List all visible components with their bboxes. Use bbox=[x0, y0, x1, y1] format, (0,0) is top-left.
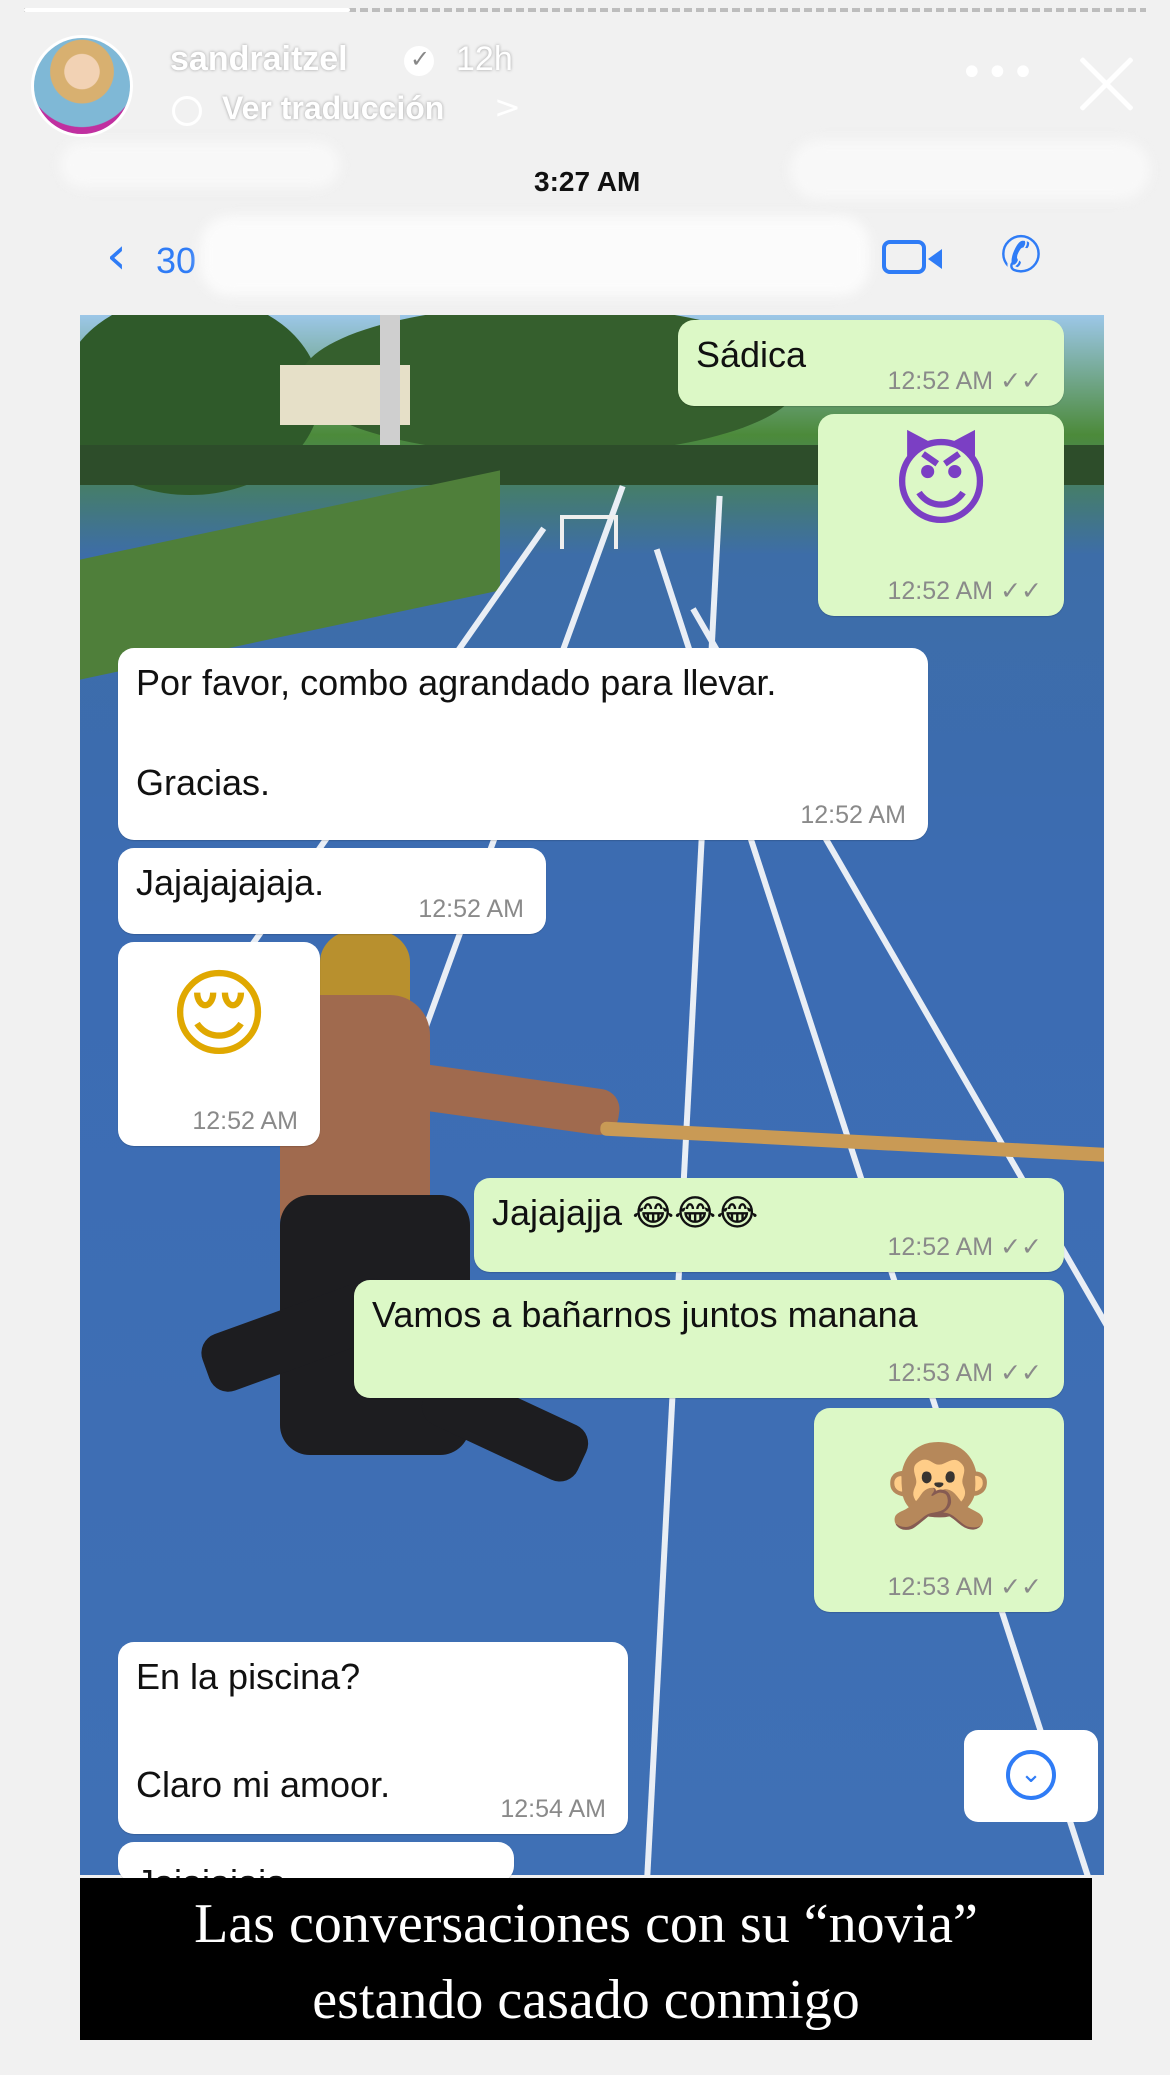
message-text: Gracias. bbox=[136, 762, 271, 803]
read-ticks-icon: ✓✓ bbox=[1000, 1573, 1042, 1601]
close-icon[interactable] bbox=[1076, 52, 1140, 116]
chat-message-out[interactable]: 😈 12:52 AM ✓✓ bbox=[818, 414, 1064, 616]
chat-message-out[interactable]: Sádica 12:52 AM ✓✓ bbox=[678, 320, 1064, 406]
read-ticks-icon: ✓✓ bbox=[1000, 1233, 1042, 1261]
scroll-to-bottom-button[interactable]: ⌄ bbox=[964, 1730, 1098, 1822]
redacted-area bbox=[790, 140, 1150, 200]
see-translation-link[interactable]: Ver traducción bbox=[222, 90, 444, 127]
chat-message-in[interactable]: Jajajajajaja. 12:52 AM bbox=[118, 848, 546, 934]
profile-avatar[interactable] bbox=[34, 38, 130, 134]
story-username[interactable]: sandraitzel bbox=[170, 40, 348, 79]
devil-emoji: 😈 bbox=[890, 427, 992, 539]
message-time: 12:52 AM ✓✓ bbox=[887, 1233, 1043, 1261]
chat-message-out[interactable]: 🙊 12:53 AM ✓✓ bbox=[814, 1408, 1064, 1612]
message-time: 12:52 AM ✓✓ bbox=[887, 577, 1043, 605]
chat-message-in[interactable]: Jajajajaja bbox=[118, 1842, 514, 1882]
redacted-area bbox=[60, 142, 340, 188]
message-time: 12:52 AM bbox=[800, 801, 906, 829]
caption-line: estando casado conmigo bbox=[312, 1969, 860, 2031]
message-text: Jajajajja 😂😂😂 bbox=[492, 1192, 759, 1233]
message-text: Vamos a bañarnos juntos manana bbox=[372, 1294, 918, 1335]
chat-message-in[interactable]: Por favor, combo agrandado para llevar. … bbox=[118, 648, 928, 840]
phone-icon[interactable]: ✆ bbox=[1000, 226, 1042, 284]
read-ticks-icon: ✓✓ bbox=[1000, 577, 1042, 605]
speak-no-evil-monkey-emoji: 🙊 bbox=[879, 1426, 999, 1538]
message-time: 12:53 AM ✓✓ bbox=[887, 1573, 1043, 1601]
verified-badge-icon bbox=[404, 45, 434, 76]
message-time: 12:52 AM bbox=[192, 1107, 298, 1135]
relieved-face-emoji: 😌 bbox=[168, 958, 270, 1070]
chevron-right-icon[interactable]: > bbox=[494, 88, 521, 126]
message-time: 12:52 AM ✓✓ bbox=[887, 367, 1043, 395]
caption-line: Las conversaciones con su “novia” bbox=[194, 1893, 978, 1955]
more-options-icon[interactable]: ••• bbox=[960, 50, 1037, 96]
chat-message-in[interactable]: 😌 12:52 AM bbox=[118, 942, 320, 1146]
chat-message-out[interactable]: Vamos a bañarnos juntos manana 12:53 AM … bbox=[354, 1280, 1064, 1398]
message-text: Sádica bbox=[696, 334, 807, 375]
message-text: Por favor, combo agrandado para llevar. bbox=[136, 662, 777, 703]
message-time: 12:53 AM ✓✓ bbox=[887, 1359, 1043, 1387]
read-ticks-icon: ✓✓ bbox=[1000, 367, 1042, 395]
video-call-icon[interactable] bbox=[882, 240, 942, 274]
translate-icon[interactable] bbox=[172, 96, 202, 126]
redacted-contact-name bbox=[200, 216, 870, 296]
story-time-ago: 12h bbox=[456, 40, 513, 78]
back-button-label[interactable]: 30 bbox=[156, 240, 196, 282]
read-ticks-icon: ✓✓ bbox=[1000, 1359, 1042, 1387]
story-caption: Las conversaciones con su “novia” estand… bbox=[80, 1878, 1092, 2040]
chat-message-out[interactable]: Jajajajja 😂😂😂 12:52 AM ✓✓ bbox=[474, 1178, 1064, 1272]
message-text: En la piscina? bbox=[136, 1656, 361, 1697]
back-chevron-icon[interactable]: ‹ bbox=[106, 230, 127, 282]
chat-message-in[interactable]: En la piscina? Claro mi amoor. 12:54 AM bbox=[118, 1642, 628, 1834]
message-text: Jajajajajaja. bbox=[136, 862, 325, 903]
chevron-down-icon: ⌄ bbox=[1006, 1750, 1056, 1800]
message-time: 12:52 AM bbox=[418, 895, 524, 923]
story-progress-fill bbox=[24, 8, 350, 12]
phone-status-time: 3:27 AM bbox=[534, 166, 641, 197]
message-time: 12:54 AM bbox=[500, 1795, 606, 1823]
